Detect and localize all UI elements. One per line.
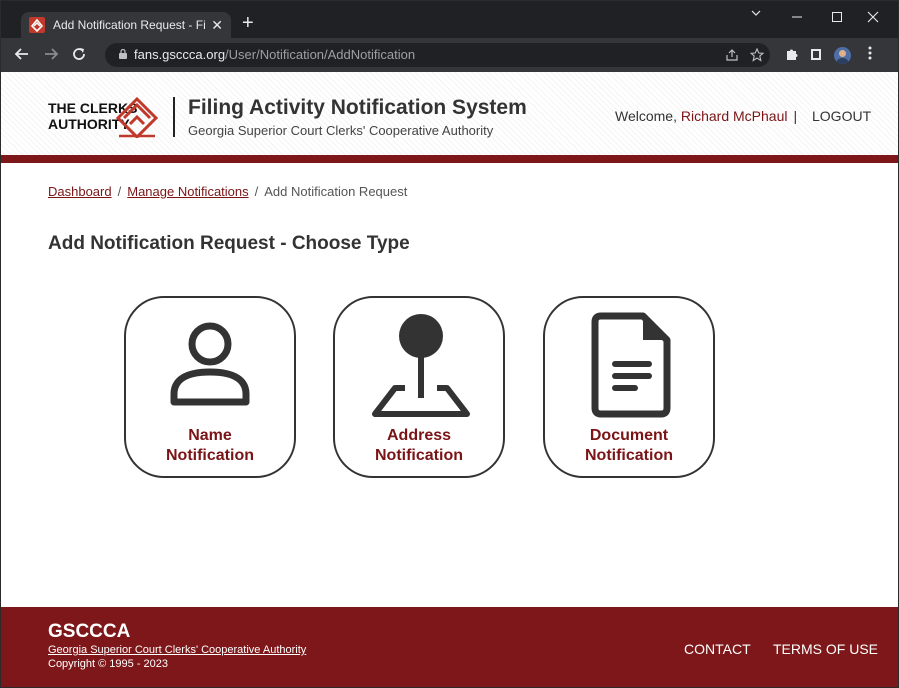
card-label-line-1: Name <box>188 427 232 444</box>
breadcrumb-current: Add Notification Request <box>264 184 408 199</box>
card-label: Address Notification <box>335 426 503 466</box>
site-header: THE CLERKS AUTHORITY Filing Activity Not… <box>1 72 898 155</box>
arrow-right-icon[interactable] <box>43 46 59 62</box>
address-notification-button[interactable]: Address Notification <box>333 296 505 478</box>
lock-icon <box>119 49 127 59</box>
browser-window: Add Notification Request - Filing ✕ + fa… <box>0 0 899 688</box>
document-notification-button[interactable]: Document Notification <box>543 296 715 478</box>
footer-copyright: Copyright © 1995 - 2023 <box>48 658 169 670</box>
breadcrumb-separator: / <box>117 184 122 199</box>
puzzle-icon[interactable] <box>785 47 799 61</box>
side-panel-icon[interactable] <box>811 49 821 60</box>
user-name: Richard McPhaul <box>680 108 788 124</box>
breadcrumb: Dashboard / Manage Notifications / Add Notif… <box>48 184 407 199</box>
minimize-icon[interactable] <box>791 9 803 25</box>
new-tab-button[interactable]: + <box>242 12 254 34</box>
logo-divider <box>173 97 175 137</box>
gsccca-logo-icon <box>29 17 45 33</box>
star-icon[interactable] <box>750 48 764 62</box>
avatar-icon[interactable] <box>834 47 851 64</box>
url-host: fans.gsccca.org <box>134 47 226 62</box>
browser-tab[interactable]: Add Notification Request - Filing ✕ <box>21 12 231 38</box>
browser-toolbar: fans.gsccca.org/User/Notification/AddNot… <box>1 38 898 72</box>
footer-brand: GSCCCA <box>48 621 131 642</box>
terms-of-use-link[interactable]: TERMS OF USE <box>773 641 878 657</box>
card-label-line-2: Notification <box>585 447 673 464</box>
breadcrumb-dashboard[interactable]: Dashboard <box>48 184 112 199</box>
url-path: /User/Notification/AddNotification <box>225 47 416 62</box>
title-bar: Add Notification Request - Filing ✕ + <box>1 1 898 38</box>
share-icon[interactable] <box>725 48 739 62</box>
reload-icon[interactable] <box>71 46 87 62</box>
contact-link[interactable]: CONTACT <box>684 641 751 657</box>
welcome-prefix: Welcome, <box>615 108 681 124</box>
card-label-line-1: Address <box>386 427 452 444</box>
page-title: Add Notification Request - Choose Type <box>48 233 410 254</box>
kebab-menu-icon[interactable] <box>868 46 872 60</box>
card-label-line-2: Notification <box>375 447 463 464</box>
header-separator: | <box>793 108 798 124</box>
name-notification-button[interactable]: Name Notification <box>124 296 296 478</box>
card-label: Name Notification <box>126 426 294 466</box>
clerks-authority-logo-icon[interactable] <box>114 96 160 138</box>
address-bar[interactable]: fans.gsccca.org/User/Notification/AddNot… <box>105 43 770 67</box>
tab-title: Add Notification Request - Filing <box>53 18 205 32</box>
card-label-line-1: Document <box>589 427 669 444</box>
header-accent-bar <box>1 155 898 163</box>
tab-search-icon[interactable] <box>750 7 762 19</box>
logout-link[interactable]: LOGOUT <box>812 108 871 124</box>
breadcrumb-manage-notifications[interactable]: Manage Notifications <box>127 184 248 199</box>
card-label: Document Notification <box>545 426 713 466</box>
card-label-line-2: Notification <box>166 447 254 464</box>
url-text: fans.gsccca.org/User/Notification/AddNot… <box>134 47 415 62</box>
system-subtitle: Georgia Superior Court Clerks' Cooperati… <box>188 123 494 138</box>
site-footer: GSCCCA Georgia Superior Court Clerks' Co… <box>1 607 898 687</box>
close-tab-icon[interactable]: ✕ <box>211 17 223 34</box>
close-window-icon[interactable] <box>867 9 879 25</box>
breadcrumb-separator: / <box>254 184 259 199</box>
welcome-message: Welcome, Richard McPhaul | <box>615 108 805 124</box>
footer-org-link[interactable]: Georgia Superior Court Clerks' Cooperati… <box>48 644 306 656</box>
system-title: Filing Activity Notification System <box>188 96 527 119</box>
maximize-icon[interactable] <box>831 9 843 25</box>
arrow-left-icon[interactable] <box>14 46 30 62</box>
